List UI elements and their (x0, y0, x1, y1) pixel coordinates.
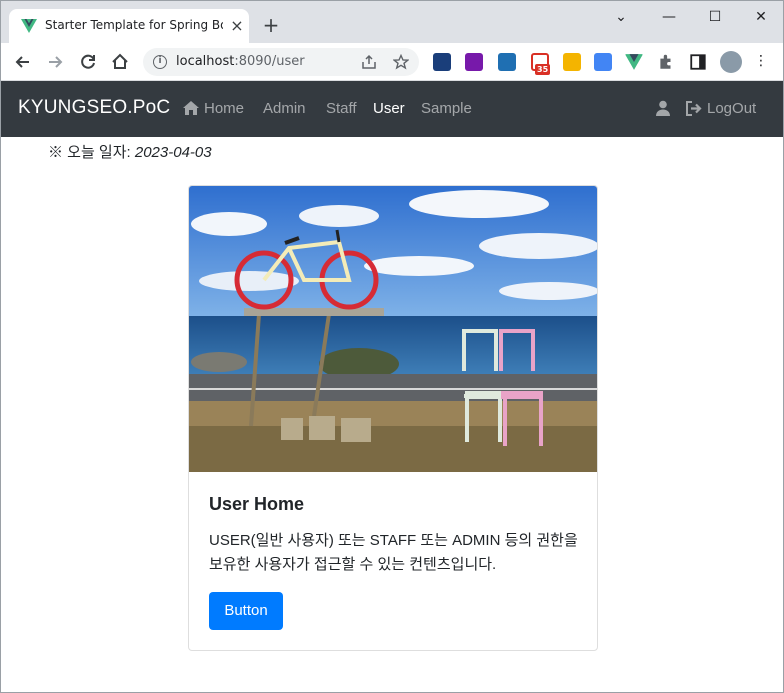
today-value: 2023-04-03 (134, 144, 212, 161)
back-icon[interactable] (13, 52, 33, 72)
today-label: ※ 오늘 일자: (48, 144, 131, 161)
logout-icon[interactable] (686, 101, 703, 116)
nav-sample[interactable]: Sample (421, 100, 472, 117)
user-icon[interactable] (655, 100, 671, 116)
user-home-card: User Home USER(일반 사용자) 또는 STAFF 또는 ADMIN… (188, 185, 598, 651)
vue-devtools-icon[interactable] (625, 53, 643, 71)
onenote-extension-icon[interactable] (465, 53, 483, 71)
reload-icon[interactable] (78, 52, 98, 72)
site-info-icon[interactable]: i (153, 55, 167, 69)
card-title: User Home (209, 494, 305, 514)
bookmark-star-icon[interactable] (393, 54, 409, 70)
translate-extension-icon[interactable] (594, 53, 612, 71)
minimize-button[interactable]: — (657, 7, 681, 27)
home-icon[interactable] (182, 100, 200, 116)
browser-toolbar: i localhost:8090/user ⋮ (1, 43, 783, 81)
nav-user[interactable]: User (373, 100, 405, 117)
new-tab-button[interactable]: + (261, 15, 281, 35)
card-text: USER(일반 사용자) 또는 STAFF 또는 ADMIN 등의 권한을 보유… (209, 532, 578, 573)
profile-avatar[interactable] (720, 51, 742, 73)
nav-staff[interactable]: Staff (326, 100, 357, 117)
share-icon[interactable] (361, 54, 377, 70)
nav-admin[interactable]: Admin (263, 100, 306, 117)
browser-tab[interactable]: Starter Template for Spring Boot × (9, 9, 249, 43)
gmail-count-badge: 35 (535, 64, 551, 75)
nav-logout[interactable]: LogOut (707, 100, 756, 117)
download-extension-icon[interactable] (433, 53, 451, 71)
address-bar[interactable]: i localhost:8090/user (143, 48, 419, 76)
card-button[interactable]: Button (209, 592, 283, 630)
vue-logo-icon (21, 19, 37, 33)
keep-extension-icon[interactable] (563, 53, 581, 71)
tab-search-icon[interactable]: ⌄ (609, 7, 633, 27)
app-navbar: KYUNGSEO.PoC Home Admin Staff User Sampl… (1, 81, 783, 137)
tab-title: Starter Template for Spring Boot (45, 18, 223, 32)
extensions-puzzle-icon[interactable] (657, 53, 675, 71)
tab-strip: Starter Template for Spring Boot × + ⌄ —… (1, 1, 783, 43)
close-window-button[interactable]: ✕ (749, 7, 773, 27)
tab-close-icon[interactable]: × (228, 17, 246, 35)
side-panel-icon[interactable] (689, 53, 707, 71)
navbar-brand[interactable]: KYUNGSEO.PoC (18, 97, 170, 119)
browser-window: Starter Template for Spring Boot × + ⌄ —… (0, 0, 784, 693)
forward-icon[interactable] (45, 52, 65, 72)
today-date: ※ 오늘 일자: 2023-04-03 (48, 141, 212, 162)
browser-menu-icon[interactable]: ⋮ (749, 51, 773, 71)
maximize-button[interactable]: ☐ (703, 7, 727, 27)
card-image (189, 186, 597, 472)
s-extension-icon[interactable] (498, 53, 516, 71)
home-browser-icon[interactable] (110, 52, 130, 72)
nav-home[interactable]: Home (204, 100, 244, 117)
url-text[interactable]: localhost:8090/user (176, 54, 305, 69)
